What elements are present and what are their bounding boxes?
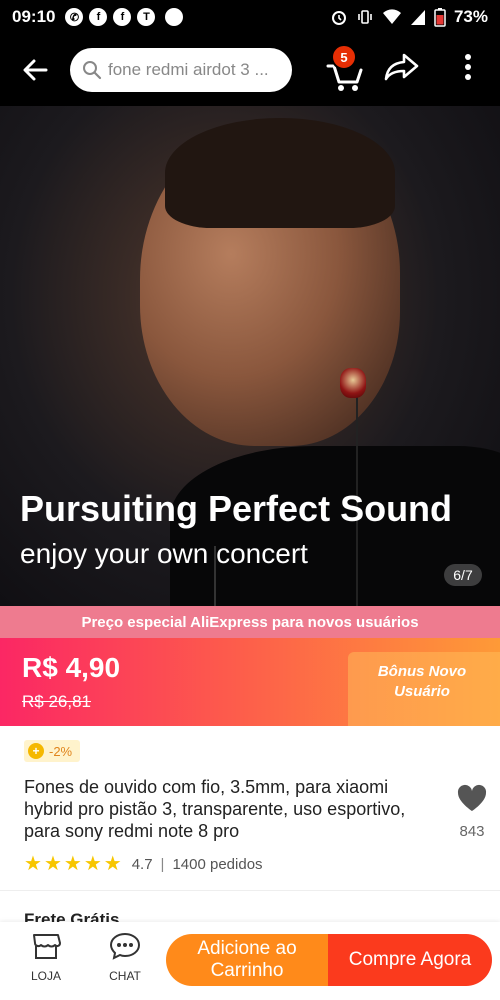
current-price: R$ 4,90: [22, 652, 121, 683]
share-button[interactable]: [384, 52, 420, 87]
image-counter: 6/7: [444, 564, 482, 586]
battery-icon: [434, 8, 446, 27]
battery-percent: 73%: [453, 7, 488, 26]
share-icon: [384, 53, 419, 81]
cart-button[interactable]: 5: [322, 44, 368, 94]
more-vertical-icon: [465, 54, 471, 80]
star-icon: ★: [24, 853, 42, 875]
store-label: LOJA: [30, 969, 61, 983]
back-arrow-icon: [23, 59, 48, 81]
discount-badge: + -2%: [24, 740, 81, 762]
alarm-icon: [331, 11, 346, 25]
vibrate-icon: [358, 10, 372, 24]
price-block: R$ 4,90 R$ 26,81 Bônus Novo Usuário: [0, 638, 500, 726]
chat-button[interactable]: CHAT: [97, 932, 153, 983]
rating-row[interactable]: ★ ★ ★ ★ ★ 4.7 | 1400 pedidos: [24, 854, 263, 874]
wishlist-button[interactable]: 843: [452, 784, 492, 840]
facebook-icon: f: [113, 8, 132, 26]
star-icon: ★: [63, 853, 82, 875]
cart-count-badge: 5: [331, 44, 357, 70]
bottom-action-bar: LOJA CHAT Adicione ao Carrinho Compre Ag…: [0, 922, 500, 1000]
star-icon: ★: [43, 853, 62, 875]
more-notifications-icon: [165, 8, 184, 26]
new-user-bonus-label[interactable]: Bônus Novo Usuário: [366, 662, 478, 702]
discount-value: -2%: [49, 743, 73, 759]
whatsapp-icon: ✆: [65, 8, 84, 26]
star-icon: ★: [83, 853, 102, 875]
product-title: Fones de ouvido com fio, 3.5mm, para xia…: [24, 777, 406, 841]
notification-icons: ✆ f f T: [65, 8, 184, 26]
chat-icon: [109, 932, 141, 960]
chat-label: CHAT: [109, 969, 141, 983]
new-user-promo-banner: Preço especial AliExpress para novos usu…: [0, 606, 500, 638]
more-options-button[interactable]: [456, 52, 480, 87]
system-icons: 73%: [330, 7, 488, 27]
status-bar: 09:10 ✆ f f T 73%: [0, 0, 500, 34]
coin-icon: +: [28, 743, 44, 759]
product-photo-hair: [165, 118, 395, 228]
original-price: R$ 26,81: [22, 692, 91, 711]
hero-subtitle: enjoy your own concert: [20, 538, 308, 569]
rating-separator: |: [160, 855, 165, 873]
shipping-section-title: Frete Grátis: [24, 910, 120, 922]
buy-now-button[interactable]: Compre Agora: [328, 934, 492, 986]
rating-value: 4.7: [131, 855, 153, 873]
add-to-cart-button[interactable]: Adicione ao Carrinho: [166, 934, 328, 986]
search-placeholder: fone redmi airdot 3 ...: [108, 60, 269, 79]
hero-title: Pursuiting Perfect Sound: [20, 488, 453, 529]
status-time: 09:10: [12, 7, 56, 26]
star-icon: ★: [103, 853, 122, 875]
store-icon: [33, 934, 61, 959]
signal-icon: [410, 10, 425, 25]
orders-count: 1400 pedidos: [172, 855, 263, 873]
wishlist-count: 843: [459, 823, 485, 840]
back-button[interactable]: [0, 34, 70, 106]
top-nav: fone redmi airdot 3 ... 5: [0, 34, 500, 106]
search-icon: [83, 61, 102, 80]
product-image-carousel[interactable]: Pursuiting Perfect Sound enjoy your own …: [0, 106, 500, 606]
search-input[interactable]: fone redmi airdot 3 ...: [70, 48, 292, 92]
heart-icon: [457, 784, 487, 811]
teams-icon: T: [137, 8, 156, 26]
facebook-icon: f: [89, 8, 108, 26]
divider: [0, 890, 500, 891]
wifi-icon: [382, 9, 401, 24]
store-button[interactable]: LOJA: [18, 932, 74, 983]
earbud-image: [340, 368, 366, 398]
